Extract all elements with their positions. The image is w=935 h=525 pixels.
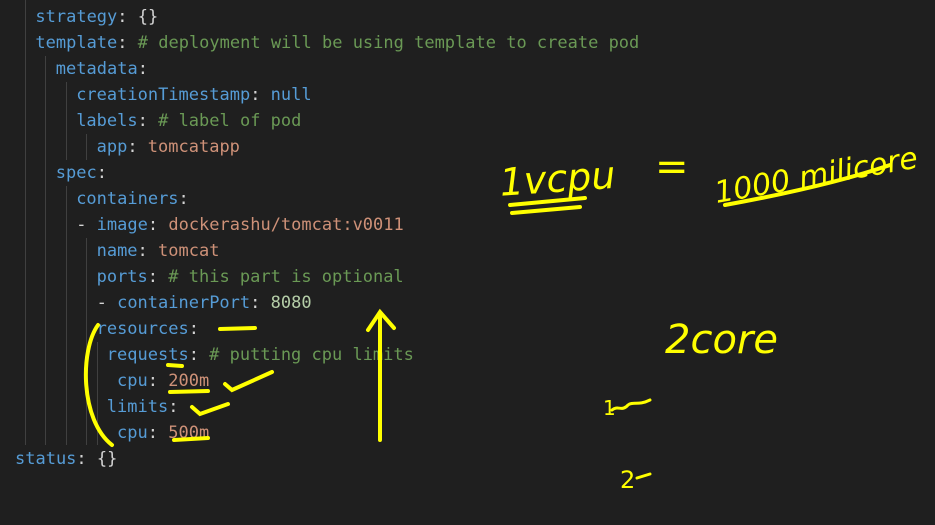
code-line[interactable]: spec:: [56, 160, 107, 186]
yaml-key: resources: [96, 319, 189, 339]
yaml-key: labels: [76, 111, 138, 131]
yaml-key: ports: [96, 267, 148, 287]
yaml-value: dockerashu/tomcat:v0011: [168, 215, 404, 235]
yaml-key: strategy: [35, 7, 118, 27]
yaml-separator: :: [117, 7, 138, 27]
yaml-comment: # label of pod: [158, 111, 302, 131]
code-line[interactable]: limits:: [107, 394, 179, 420]
annotation-two: 2: [620, 466, 635, 494]
annotation-vcpu: 1vcpu: [498, 153, 617, 205]
code-line[interactable]: requests: # putting cpu limits: [107, 342, 414, 368]
annotation-up-arrow: [366, 308, 396, 442]
yaml-key: limits: [106, 397, 169, 417]
yaml-separator: :: [188, 345, 210, 365]
yaml-comment: # putting cpu limits: [209, 345, 414, 365]
yaml-separator: :: [76, 449, 97, 469]
code-line[interactable]: cpu: 200m: [107, 368, 209, 394]
yaml-key: image: [96, 215, 148, 235]
annotation-limits-check: [190, 402, 230, 417]
indent-guide: [66, 186, 67, 445]
annotation-resources-dash: [218, 326, 257, 331]
yaml-separator: :: [147, 267, 169, 287]
yaml-key: metadata: [55, 59, 138, 79]
yaml-separator: :: [137, 59, 148, 79]
annotation-two-dash: [635, 472, 652, 480]
code-line[interactable]: - image: dockerashu/tomcat:v0011: [76, 212, 404, 238]
code-line[interactable]: strategy: {}: [35, 4, 158, 30]
code-editor[interactable]: strategy: {} template: # deployment will …: [0, 0, 935, 525]
code-line[interactable]: labels: # label of pod: [76, 108, 301, 134]
yaml-value: null: [270, 85, 312, 105]
yaml-value: {}: [96, 449, 118, 469]
code-line[interactable]: cpu: 500m: [107, 420, 209, 446]
annotation-200m-check: [223, 370, 274, 393]
yaml-separator: :: [188, 319, 199, 339]
yaml-value: tomcat: [158, 241, 220, 261]
code-line[interactable]: - containerPort: 8080: [97, 290, 312, 316]
code-line[interactable]: creationTimestamp: null: [76, 82, 311, 108]
list-dash: -: [96, 293, 118, 313]
yaml-separator: :: [147, 215, 169, 235]
indent-guide: [45, 56, 46, 445]
list-dash: -: [76, 215, 97, 235]
yaml-key: status: [15, 449, 77, 469]
yaml-value: 8080: [270, 293, 312, 313]
yaml-key: spec: [55, 163, 97, 183]
yaml-separator: :: [137, 111, 159, 131]
indent-guide: [97, 342, 98, 445]
yaml-separator: :: [147, 371, 169, 391]
code-line[interactable]: template: # deployment will be using tem…: [35, 30, 639, 56]
yaml-key: name: [96, 241, 138, 261]
yaml-key: cpu: [106, 423, 148, 443]
yaml-key: containerPort: [117, 293, 251, 313]
yaml-key: template: [35, 33, 118, 53]
yaml-separator: :: [168, 397, 179, 417]
yaml-comment: # deployment will be using template to c…: [137, 33, 640, 53]
code-line[interactable]: app: tomcatapp: [97, 134, 240, 160]
yaml-separator: :: [147, 423, 169, 443]
yaml-value: 500m: [168, 423, 210, 443]
annotation-one-scribble: [610, 398, 652, 412]
code-line[interactable]: containers:: [76, 186, 189, 212]
indent-guide: [86, 238, 87, 445]
indent-guide: [86, 134, 87, 160]
annotation-millicore: 1000 milicore: [712, 141, 921, 211]
yaml-key: containers: [76, 189, 179, 209]
yaml-separator: :: [96, 163, 107, 183]
yaml-comment: # this part is optional: [168, 267, 404, 287]
yaml-separator: :: [137, 241, 159, 261]
yaml-key: app: [96, 137, 128, 157]
yaml-key: requests: [106, 345, 189, 365]
annotation-2core: 2core: [665, 317, 778, 363]
indent-guide: [66, 82, 67, 160]
annotation-vcpu-underline: [508, 196, 587, 215]
code-line[interactable]: status: {}: [15, 446, 117, 472]
yaml-separator: :: [178, 189, 189, 209]
annotation-millicore-underline: [723, 163, 892, 207]
annotation-one: 1: [603, 396, 616, 420]
yaml-value: tomcatapp: [147, 137, 240, 157]
code-line[interactable]: metadata:: [56, 56, 148, 82]
yaml-separator: :: [127, 137, 148, 157]
yaml-key: creationTimestamp: [76, 85, 251, 105]
yaml-value: {}: [137, 7, 159, 27]
code-line[interactable]: ports: # this part is optional: [97, 264, 404, 290]
yaml-key: cpu: [106, 371, 148, 391]
yaml-value: 200m: [168, 371, 210, 391]
yaml-separator: :: [250, 85, 271, 105]
code-line[interactable]: name: tomcat: [97, 238, 220, 264]
code-line[interactable]: resources:: [97, 316, 199, 342]
yaml-separator: :: [250, 293, 271, 313]
annotation-equals: =: [655, 144, 689, 190]
yaml-separator: :: [117, 33, 138, 53]
indent-guide: [25, 0, 26, 445]
